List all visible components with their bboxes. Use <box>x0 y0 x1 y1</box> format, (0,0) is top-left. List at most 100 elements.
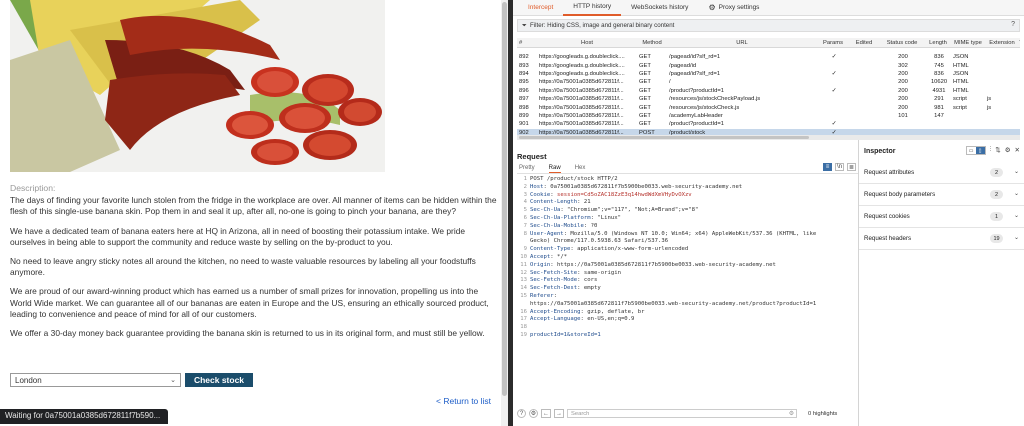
cell-status: 200 <box>898 54 908 61</box>
column-header[interactable]: Method <box>637 40 667 46</box>
cell-params: ✓ <box>831 70 837 77</box>
request-line: 7 Sec-Ch-Ua-Mobile: ?0 <box>517 223 858 231</box>
tab-hex[interactable]: Hex <box>575 165 586 173</box>
cell-method: GET <box>639 104 651 111</box>
close-icon[interactable]: ✕ <box>1015 146 1020 155</box>
tab-raw[interactable]: Raw <box>548 165 561 173</box>
check-stock-button[interactable]: Check stock <box>185 373 253 387</box>
scrollbar-thumb[interactable] <box>502 2 507 396</box>
column-header[interactable]: Status code <box>879 40 925 46</box>
line-text: productId=1&storeId=1 <box>530 332 601 340</box>
raw-request-editor[interactable]: 1 POST /product/stock HTTP/2 2 Host: 0a7500… <box>517 176 858 340</box>
header-value: https://0a75001a0385d672811f7b5900be0033… <box>530 300 817 307</box>
cell-method: GET <box>639 96 651 103</box>
align-icon[interactable]: ⫶ <box>990 146 992 155</box>
table-row[interactable]: 895 https://0a75001a0385d672811f... GET / 20… <box>517 78 1020 86</box>
table-row[interactable]: 892 https://googleads.g.doubleclick.... GE… <box>517 53 1020 61</box>
cell-status: 200 <box>898 79 908 86</box>
column-header[interactable]: Host <box>537 40 637 46</box>
scrollbar-thumb[interactable] <box>519 136 809 139</box>
layout-horizontal-icon[interactable]: ▭ <box>967 147 976 154</box>
next-icon[interactable]: → <box>554 409 564 418</box>
column-header[interactable]: Edited <box>849 40 879 46</box>
cell-method: GET <box>639 70 651 77</box>
line-text: Sec-Fetch-Site: same-origin <box>530 270 621 278</box>
count-badge: 2 <box>990 190 1003 199</box>
tab-proxy-settings[interactable]: ⚙ Proxy settings <box>698 0 769 16</box>
column-header[interactable]: Params <box>817 40 849 46</box>
column-header[interactable]: URL <box>667 40 817 46</box>
tab-intercept[interactable]: Intercept <box>518 0 563 16</box>
count-badge: 19 <box>990 234 1003 243</box>
tab-http-history[interactable]: HTTP history <box>563 0 622 16</box>
inspector-section-cookies[interactable]: Request cookies 1 ⌄ <box>859 206 1024 228</box>
search-input[interactable]: Search ⚙ <box>567 409 797 418</box>
column-header[interactable]: T <box>1019 40 1020 46</box>
column-header[interactable]: # <box>517 40 537 46</box>
sort-icon[interactable]: ⇅ <box>995 146 1000 155</box>
menu-icon[interactable]: ≣ <box>847 163 856 171</box>
chevron-down-icon[interactable]: ⌄ <box>1014 168 1019 175</box>
header-value: : cors <box>577 277 598 284</box>
settings-icon[interactable]: ⚙ <box>1005 146 1011 155</box>
wrap-lines-icon[interactable]: ≡ <box>823 163 832 171</box>
filter-bar[interactable]: ⏷ Filter: Hiding CSS, image and general … <box>517 19 1020 32</box>
header-name: User-Agent <box>530 230 564 237</box>
table-row[interactable]: 899 https://0a75001a0385d672811f... GET/ac… <box>517 112 1020 120</box>
search-options-icon[interactable]: ⚙ <box>789 411 794 417</box>
cell-method: GET <box>639 54 651 61</box>
request-line: 11 Origin: https://0a75001a0385d672811f7b… <box>517 262 858 270</box>
screen: Description: The days of finding your fa… <box>0 0 1024 426</box>
cell-host: https://0a75001a0385d672811f... <box>539 121 624 128</box>
chevron-down-icon[interactable]: ⌄ <box>1014 234 1019 241</box>
header-name: Sec-Fetch-Mode <box>530 277 578 284</box>
inspector-section-body-parameters[interactable]: Request body parameters 2 ⌄ <box>859 184 1024 206</box>
inspector-section-label: Request body parameters <box>864 191 936 198</box>
layout-toggle[interactable]: ▭ ▯ <box>965 146 986 155</box>
request-line: 19 productId=1&storeId=1 <box>517 332 858 340</box>
return-to-list-link[interactable]: < Return to list <box>436 396 491 406</box>
help-icon[interactable]: ? <box>1011 21 1015 28</box>
settings-icon[interactable]: ⚙ <box>529 409 538 418</box>
request-line: 15 Referer: <box>517 293 858 301</box>
cell-method: GET <box>639 62 651 69</box>
tab-pretty[interactable]: Pretty <box>519 165 535 173</box>
tab-websockets-history[interactable]: WebSockets history <box>621 0 698 16</box>
cell-host: https://0a75001a0385d672811f... <box>539 87 624 94</box>
table-row[interactable]: 893 https://googleads.g.doubleclick.... GE… <box>517 61 1020 69</box>
page-scrollbar[interactable] <box>501 0 508 426</box>
newline-icon[interactable]: \n <box>835 163 844 171</box>
cell-ext: js <box>987 104 992 111</box>
inspector-section-headers[interactable]: Request headers 19 ⌄ <box>859 228 1024 250</box>
header-name: Sec-Fetch-Dest <box>530 285 578 292</box>
column-header[interactable]: Extension <box>985 40 1019 46</box>
line-number: 3 <box>523 191 527 198</box>
column-header[interactable]: Length <box>925 40 951 46</box>
table-row[interactable]: 896 https://0a75001a0385d672811f... GET/pr… <box>517 87 1020 95</box>
request-line: 12 Sec-Fetch-Site: same-origin <box>517 270 858 278</box>
layout-vertical-icon[interactable]: ▯ <box>975 147 985 154</box>
table-row[interactable]: 897 https://0a75001a0385d672811f... GET/re… <box>517 95 1020 103</box>
line-number: 5 <box>523 207 527 214</box>
header-value: : same-origin <box>577 269 621 276</box>
header-name: Accept-Encoding <box>530 308 581 315</box>
inspector-section-request-attributes[interactable]: Request attributes 2 ⌄ <box>859 162 1024 184</box>
line-number: 19 <box>520 331 527 338</box>
help-icon[interactable]: ? <box>517 409 526 418</box>
chevron-down-icon[interactable]: ⌄ <box>1014 212 1019 219</box>
store-select[interactable]: London ⌄ <box>10 373 181 387</box>
cell-id: 897 <box>519 96 529 103</box>
previous-icon[interactable]: ← <box>541 409 551 418</box>
cell-id: 901 <box>519 121 529 128</box>
table-row[interactable]: 901 https://0a75001a0385d672811f... GET/pr… <box>517 120 1020 128</box>
filter-icon: ⏷ <box>522 21 527 29</box>
column-header[interactable]: MIME type <box>951 40 985 46</box>
line-number: 10 <box>520 253 527 260</box>
header-value: : <box>553 292 557 299</box>
description-paragraph: The days of finding your favorite lunch … <box>10 195 497 217</box>
cell-params: ✓ <box>831 87 837 94</box>
table-row[interactable]: 894 https://googleads.g.doubleclick.... GE… <box>517 70 1020 78</box>
table-row[interactable]: 898 https://0a75001a0385d672811f... GET/re… <box>517 103 1020 111</box>
chevron-down-icon[interactable]: ⌄ <box>1014 190 1019 197</box>
line-text: Origin: https://0a75001a0385d672811f7b59… <box>530 262 776 270</box>
